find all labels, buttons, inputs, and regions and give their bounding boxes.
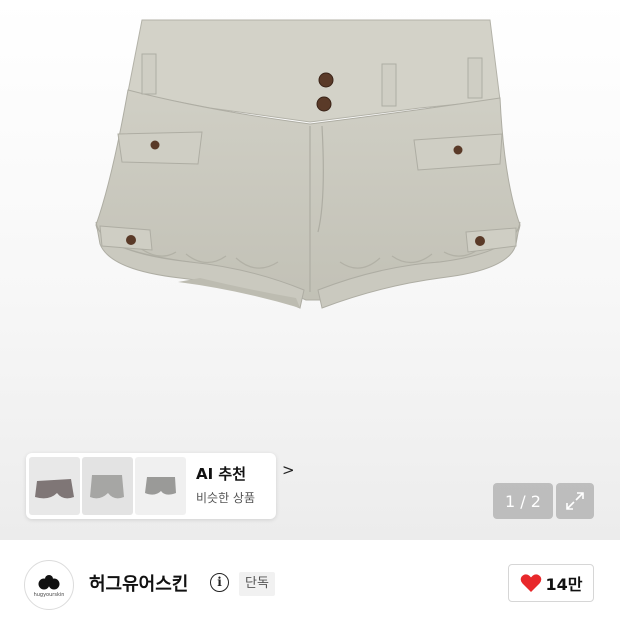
exclusive-badge: 단독: [239, 572, 275, 596]
like-button[interactable]: 14만: [508, 564, 594, 602]
ai-recommend-title: AI 추천: [196, 465, 247, 483]
brand-logo-text: hugyourskin: [33, 592, 65, 598]
info-icon[interactable]: i: [210, 573, 229, 592]
image-pager: 1 / 2: [493, 483, 553, 519]
recommend-thumbnail-3[interactable]: [135, 457, 186, 515]
ai-recommend-subtitle: 비슷한 상품: [196, 491, 256, 505]
brand-name[interactable]: 허그유어스킨: [89, 570, 188, 596]
heart-icon: [520, 574, 541, 592]
brand-logo[interactable]: hugyourskin: [24, 560, 74, 610]
like-count: 14만: [545, 575, 583, 594]
recommend-thumbnail-1[interactable]: [29, 457, 80, 515]
expand-button[interactable]: [556, 483, 594, 519]
chevron-right-icon: >: [282, 461, 295, 479]
ai-recommend-card[interactable]: AI 추천 > 비슷한 상품: [26, 453, 295, 519]
expand-icon: [566, 492, 584, 510]
recommend-thumbnail-2[interactable]: [82, 457, 133, 515]
